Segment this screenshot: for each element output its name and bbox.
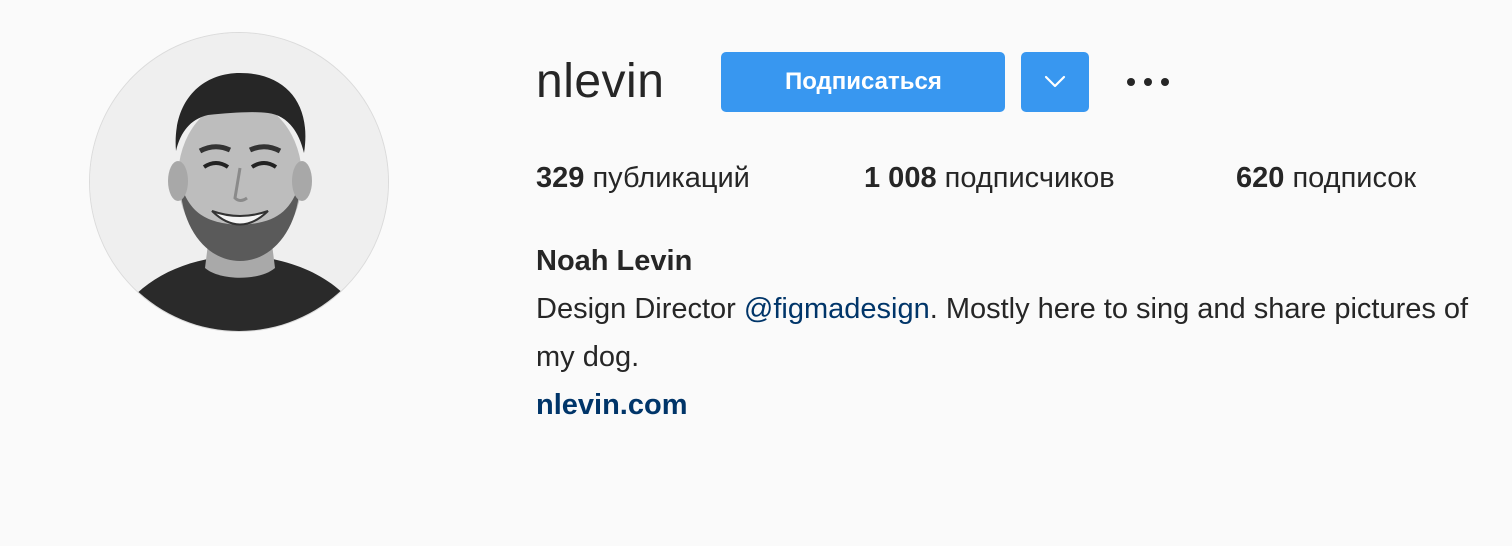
- posts-count: 329 публикаций: [536, 150, 864, 206]
- chevron-down-icon: [1045, 75, 1066, 88]
- bio-text: Design Director @figmadesign. Mostly her…: [536, 285, 1476, 381]
- followers-number: 1 008: [864, 162, 937, 194]
- profile-photo: [90, 33, 388, 331]
- following-link[interactable]: 620 подписок: [1236, 150, 1416, 206]
- website-link[interactable]: nlevin.com: [536, 389, 688, 421]
- followers-link[interactable]: 1 008 подписчиков: [864, 150, 1236, 206]
- followers-label: подписчиков: [936, 162, 1115, 194]
- profile-bio: Noah Levin Design Director @figmadesign.…: [536, 237, 1476, 429]
- posts-number: 329: [536, 162, 585, 194]
- profile-page: nlevin Подписаться 329 публикаций 1 008 …: [0, 0, 1512, 546]
- following-number: 620: [1236, 162, 1285, 194]
- more-horizontal-icon: [1127, 78, 1170, 86]
- profile-stats: 329 публикаций 1 008 подписчиков 620 под…: [536, 150, 1476, 206]
- full-name: Noah Levin: [536, 245, 693, 277]
- bio-text-start: Design Director: [536, 293, 744, 325]
- profile-header: nlevin Подписаться: [536, 40, 1476, 124]
- more-options-button[interactable]: [1121, 52, 1175, 112]
- following-label: подписок: [1284, 162, 1417, 194]
- suggestions-dropdown-button[interactable]: [1021, 52, 1090, 112]
- avatar[interactable]: [89, 32, 389, 332]
- follow-button[interactable]: Подписаться: [721, 52, 1006, 112]
- mention-link[interactable]: @figmadesign: [744, 293, 930, 325]
- username: nlevin: [536, 55, 665, 108]
- profile-info: nlevin Подписаться 329 публикаций 1 008 …: [536, 40, 1476, 429]
- posts-label: публикаций: [584, 162, 750, 194]
